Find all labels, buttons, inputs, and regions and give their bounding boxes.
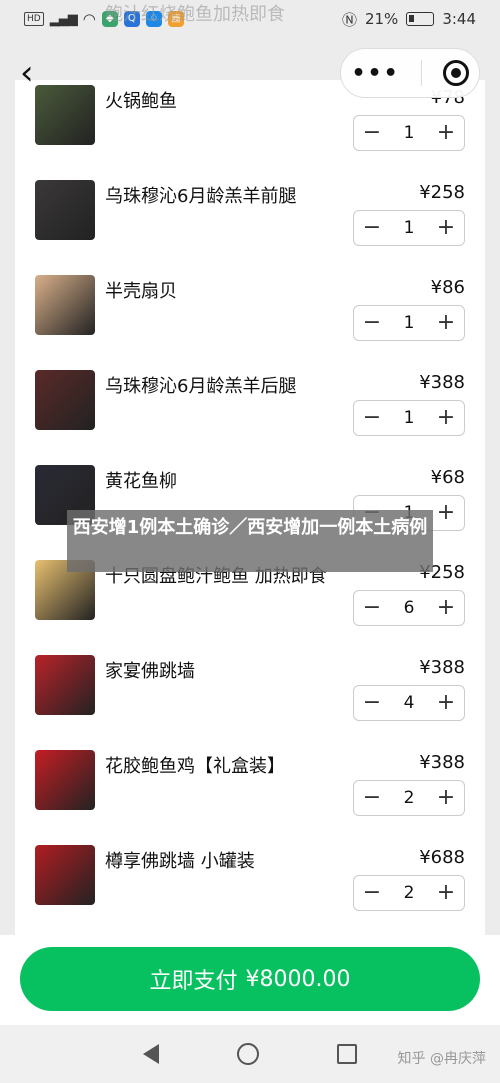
header-ghost-text: 鲍汁红烧鲍鱼加热即食 [105, 4, 285, 25]
product-name: 花胶鲍鱼鸡【礼盒装】 [105, 756, 285, 777]
quantity-value[interactable]: 1 [390, 218, 428, 238]
product-thumbnail[interactable] [35, 180, 95, 240]
product-price: ¥86 [430, 277, 465, 298]
chevron-left-icon: ‹ [20, 53, 34, 93]
product-thumbnail[interactable] [35, 845, 95, 905]
quantity-value[interactable]: 2 [390, 788, 428, 808]
decrement-button[interactable]: − [354, 685, 390, 721]
pay-area: 立即支付 ¥8000.00 [0, 935, 500, 1025]
quantity-value[interactable]: 2 [390, 883, 428, 903]
nav-bar: ‹ ••• [0, 38, 500, 108]
nfc-icon: Ⓝ [341, 10, 357, 29]
cart-item: 乌珠穆沁6月龄羔羊前腿 ¥258 −1 + [15, 168, 485, 263]
quantity-stepper: −2 + [353, 875, 465, 911]
decrement-button[interactable]: − [354, 305, 390, 341]
product-thumbnail[interactable] [35, 750, 95, 810]
quantity-stepper: −4 + [353, 685, 465, 721]
increment-button[interactable]: + [428, 685, 464, 721]
increment-button[interactable]: + [428, 780, 464, 816]
quantity-stepper: −6 + [353, 590, 465, 626]
mini-program-capsule: ••• [340, 48, 480, 98]
increment-button[interactable]: + [428, 210, 464, 246]
quantity-stepper: −1+ [353, 305, 465, 341]
product-price: ¥388 [419, 372, 465, 393]
product-thumbnail[interactable] [35, 275, 95, 335]
product-price: ¥258 [419, 182, 465, 203]
cart-item: 乌珠穆沁6月龄羔羊后腿 ¥388 −1 + [15, 358, 485, 453]
decrement-button[interactable]: − [354, 875, 390, 911]
decrement-button[interactable]: − [354, 210, 390, 246]
wifi-icon: ◠ [82, 10, 96, 28]
product-name: 乌珠穆沁6月龄羔羊前腿 [105, 186, 297, 207]
cart-item: 花胶鲍鱼鸡【礼盒装】 ¥388 −2 + [15, 738, 485, 833]
product-name: 樽享佛跳墙 小罐装 [105, 851, 255, 872]
product-thumbnail[interactable] [35, 370, 95, 430]
cart-item: 樽享佛跳墙 小罐装 ¥688 −2 + [15, 833, 485, 928]
nav-back-icon[interactable] [143, 1044, 159, 1064]
decrement-button[interactable]: − [354, 780, 390, 816]
cart-item: 家宴佛跳墙 ¥388 −4 + [15, 643, 485, 738]
product-name: 黄花鱼柳 [105, 471, 177, 492]
quantity-stepper: −1+ [353, 115, 465, 151]
product-thumbnail[interactable] [35, 655, 95, 715]
quantity-stepper: −1+ [353, 210, 465, 246]
pay-label: 立即支付 [149, 969, 238, 994]
nav-home-icon[interactable] [237, 1043, 259, 1065]
increment-button[interactable]: + [428, 115, 464, 151]
cart-item: 半壳扇贝 ¥86 −1 + [15, 263, 485, 358]
product-price: ¥388 [419, 752, 465, 773]
decrement-button[interactable]: − [354, 590, 390, 626]
product-name: 家宴佛跳墙 [105, 661, 195, 682]
increment-button[interactable]: + [428, 400, 464, 436]
battery-percent: 21% [364, 10, 399, 28]
watermark: 知乎 @冉庆萍 [397, 1051, 486, 1067]
hd-badge: HD [24, 12, 44, 26]
product-name: 半壳扇贝 [105, 281, 177, 302]
product-price: ¥688 [419, 847, 465, 868]
battery-icon [406, 12, 435, 26]
quantity-value[interactable]: 1 [390, 123, 428, 143]
increment-button[interactable]: + [428, 590, 464, 626]
quantity-stepper: −1+ [353, 400, 465, 436]
quantity-value[interactable]: 4 [390, 693, 428, 713]
target-circle-icon[interactable] [442, 60, 469, 86]
product-price: ¥388 [419, 657, 465, 678]
product-price: ¥68 [430, 467, 465, 488]
decrement-button[interactable]: − [354, 115, 390, 151]
back-button[interactable]: ‹ [20, 56, 60, 90]
increment-button[interactable]: + [428, 495, 464, 531]
pay-button[interactable]: 立即支付 ¥8000.00 [20, 947, 480, 1011]
clock: 3:44 [442, 10, 476, 28]
product-name: 乌珠穆沁6月龄羔羊后腿 [105, 376, 297, 397]
capsule-divider [420, 60, 422, 86]
quantity-value[interactable]: 1 [390, 408, 428, 428]
more-dots-icon[interactable]: ••• [351, 61, 399, 86]
news-overlay-caption: 西安增1例本土确诊／西安增加一例本土病例 [67, 510, 433, 572]
decrement-button[interactable]: − [354, 400, 390, 436]
status-right: Ⓝ 21% 3:44 [342, 9, 476, 30]
quantity-stepper: −2 + [353, 780, 465, 816]
signal-icon: ▂▄▆ [49, 11, 78, 27]
quantity-value[interactable]: 6 [390, 598, 428, 618]
increment-button[interactable]: + [428, 875, 464, 911]
pay-amount: ¥8000.00 [245, 966, 351, 992]
nav-recent-icon[interactable] [337, 1044, 357, 1064]
increment-button[interactable]: + [428, 305, 464, 341]
quantity-value[interactable]: 1 [390, 313, 428, 333]
